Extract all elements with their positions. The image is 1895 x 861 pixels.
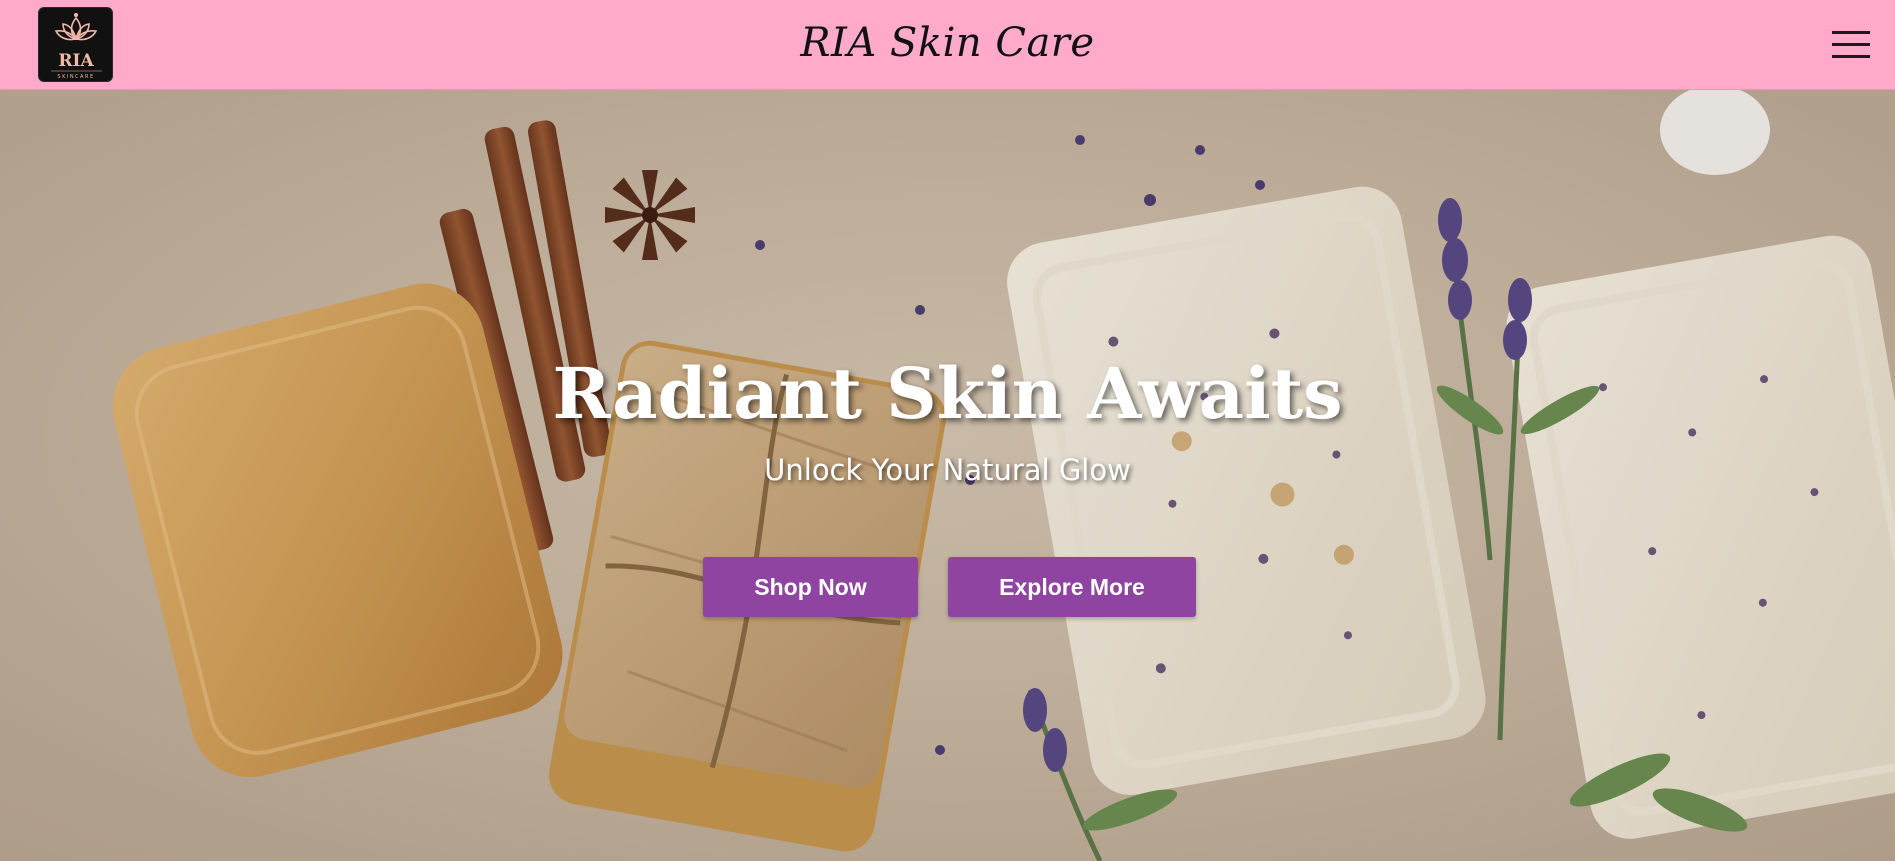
- hamburger-menu-icon[interactable]: [1832, 31, 1870, 59]
- brand-title: RIA Skin Care: [800, 20, 1095, 66]
- shop-now-button[interactable]: Shop Now: [703, 557, 918, 617]
- hero-title: Radiant Skin Awaits: [552, 352, 1343, 435]
- hero-section: Radiant Skin Awaits Unlock Your Natural …: [0, 90, 1895, 861]
- svg-text:SKINCARE: SKINCARE: [57, 74, 94, 80]
- site-header: RIA SKINCARE RIA Skin Care: [0, 0, 1895, 90]
- hero-subtitle: Unlock Your Natural Glow: [764, 453, 1131, 487]
- explore-more-button[interactable]: Explore More: [948, 557, 1196, 617]
